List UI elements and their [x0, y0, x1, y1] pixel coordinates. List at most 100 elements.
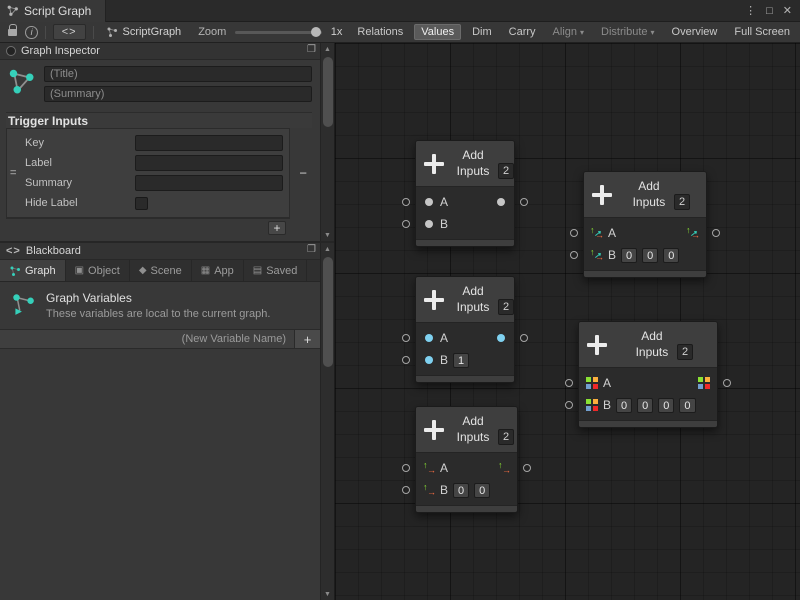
node-count-badge[interactable]: 2	[498, 299, 514, 315]
tab-app[interactable]: ▦ App	[192, 260, 244, 281]
graph-inspector-panel: Graph Inspector ❐ Trigger Inputs = Key	[0, 43, 334, 241]
value-field[interactable]: 0	[637, 398, 653, 413]
add-inputs-node-float[interactable]: Add Inputs 2 A B 1	[415, 276, 515, 383]
graph-canvas[interactable]: Add Inputs 2 A B Add	[335, 43, 800, 600]
graph-inspector-header: Graph Inspector ❐	[0, 43, 334, 60]
relations-button[interactable]: Relations	[351, 24, 409, 40]
new-variable-input[interactable]	[0, 333, 294, 345]
dock-icon[interactable]: ❐	[307, 244, 316, 255]
tab-object[interactable]: ▣ Object	[66, 260, 130, 281]
node-count-badge[interactable]: 2	[677, 344, 693, 360]
key-input[interactable]	[135, 135, 283, 151]
summary-input[interactable]	[44, 86, 312, 102]
title-input[interactable]	[44, 66, 312, 82]
value-field[interactable]: 0	[621, 248, 637, 263]
input-port[interactable]	[570, 251, 578, 259]
align-button[interactable]: Align ▾	[547, 24, 590, 40]
port-label: B	[440, 217, 448, 231]
window-maximize-icon[interactable]: □	[766, 5, 773, 17]
zoom-slider-track[interactable]	[235, 31, 321, 34]
add-inputs-node-vector4[interactable]: Add Inputs 2 A B 0 0 0 0	[578, 321, 718, 428]
input-port[interactable]	[402, 486, 410, 494]
node-header[interactable]: Add Inputs 2	[416, 141, 514, 187]
label-input[interactable]	[135, 155, 283, 171]
value-field[interactable]: 0	[474, 483, 490, 498]
input-port[interactable]	[402, 356, 410, 364]
key-label: Key	[25, 137, 129, 149]
value-field[interactable]: 0	[642, 248, 658, 263]
window-menu-icon[interactable]: ⋮	[745, 4, 756, 17]
node-header[interactable]: Add Inputs 2	[584, 172, 706, 218]
node-count-badge[interactable]: 2	[674, 194, 690, 210]
object-icon	[423, 196, 435, 208]
dock-icon[interactable]: ❐	[307, 44, 316, 55]
input-port[interactable]	[402, 198, 410, 206]
add-variable-button[interactable]: +	[294, 330, 320, 348]
port-label: B	[608, 248, 616, 262]
tab-scene[interactable]: ◆ Scene	[130, 260, 192, 281]
add-inputs-node-object[interactable]: Add Inputs 2 A B	[415, 140, 515, 247]
tab-graph[interactable]: Graph	[0, 260, 66, 281]
carry-button[interactable]: Carry	[503, 24, 542, 40]
port-row-a: A	[586, 374, 710, 392]
dim-button[interactable]: Dim	[466, 24, 498, 40]
value-field[interactable]: 0	[679, 398, 695, 413]
input-port[interactable]	[565, 401, 573, 409]
overview-button[interactable]: Overview	[666, 24, 724, 40]
port-label: B	[440, 353, 448, 367]
node-count-badge[interactable]: 2	[498, 429, 514, 445]
drag-handle-icon[interactable]: =	[10, 167, 16, 179]
output-port[interactable]	[723, 379, 731, 387]
value-field[interactable]: 0	[663, 248, 679, 263]
value-field[interactable]: 0	[616, 398, 632, 413]
input-port[interactable]	[402, 220, 410, 228]
port-row-a: A	[423, 329, 507, 347]
window-close-icon[interactable]: ✕	[783, 4, 792, 17]
add-inputs-node-vector3[interactable]: Add Inputs 2 A B 0 0 0	[583, 171, 707, 278]
remove-item-button[interactable]: −	[299, 166, 307, 181]
distribute-button[interactable]: Distribute ▾	[595, 24, 660, 40]
node-count-badge[interactable]: 2	[498, 163, 514, 179]
fullscreen-button[interactable]: Full Screen	[728, 24, 796, 40]
blackboard-scrollbar[interactable]: ▲ ▼	[320, 243, 334, 600]
add-inputs-node-vector2[interactable]: Add Inputs 2 A B 0 0	[415, 406, 518, 513]
breadcrumb[interactable]: ScriptGraph	[100, 26, 187, 38]
input-port[interactable]	[402, 464, 410, 472]
value-field[interactable]: 1	[453, 353, 469, 368]
info-icon[interactable]: i	[25, 26, 37, 39]
input-port[interactable]	[402, 334, 410, 342]
scrollbar-thumb[interactable]	[323, 57, 333, 127]
scrollbar-thumb[interactable]	[323, 257, 333, 367]
output-port[interactable]	[523, 464, 531, 472]
edit-graph-button[interactable]: <>	[53, 24, 86, 40]
graph-variables-section: Graph Variables These variables are loca…	[0, 282, 320, 329]
scrollbar-track[interactable]	[321, 55, 335, 229]
hide-label-checkbox[interactable]	[135, 197, 148, 210]
lock-icon[interactable]	[8, 29, 17, 36]
window-tab[interactable]: Script Graph	[0, 0, 106, 22]
zoom-slider[interactable]	[235, 26, 321, 38]
scrollbar-track[interactable]	[321, 255, 335, 588]
value-field[interactable]: 0	[453, 483, 469, 498]
output-port[interactable]	[520, 198, 528, 206]
output-port[interactable]	[520, 334, 528, 342]
summary-field-input[interactable]	[135, 175, 283, 191]
port-row-a: A	[423, 193, 507, 211]
saved-tab-icon: ▤	[253, 265, 262, 276]
input-port[interactable]	[570, 229, 578, 237]
inspector-scrollbar[interactable]: ▲ ▼	[320, 43, 334, 241]
node-header[interactable]: Add Inputs 2	[416, 407, 517, 453]
scroll-down-icon[interactable]: ▼	[321, 588, 335, 600]
tab-saved[interactable]: ▤ Saved	[244, 260, 308, 281]
scroll-up-icon[interactable]: ▲	[321, 243, 335, 255]
output-port[interactable]	[712, 229, 720, 237]
input-port[interactable]	[565, 379, 573, 387]
node-header[interactable]: Add Inputs 2	[579, 322, 717, 368]
values-button[interactable]: Values	[414, 24, 461, 40]
node-header[interactable]: Add Inputs 2	[416, 277, 514, 323]
scroll-down-icon[interactable]: ▼	[321, 229, 335, 241]
zoom-slider-knob[interactable]	[311, 27, 321, 37]
scroll-up-icon[interactable]: ▲	[321, 43, 335, 55]
value-field[interactable]: 0	[658, 398, 674, 413]
add-trigger-input-button[interactable]: +	[268, 221, 286, 235]
